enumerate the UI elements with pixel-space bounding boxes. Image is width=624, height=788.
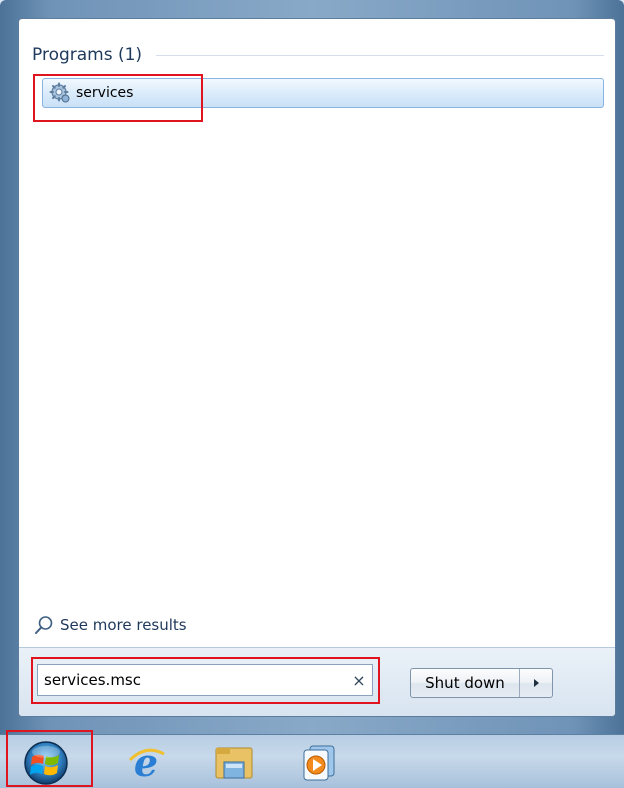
see-more-results-link[interactable]: See more results: [34, 612, 187, 638]
result-label: services: [76, 85, 134, 101]
section-divider: [156, 54, 604, 56]
svg-text:e: e: [134, 740, 158, 784]
search-input[interactable]: services.msc ×: [37, 664, 373, 696]
search-value: services.msc: [44, 671, 141, 689]
result-item-services[interactable]: services: [42, 78, 604, 108]
programs-title: Programs (1): [32, 45, 143, 65]
windows-explorer-icon[interactable]: [212, 740, 256, 784]
right-arrow-icon: [534, 679, 539, 687]
search-magnifier-icon: [35, 616, 53, 634]
windows-orb-icon[interactable]: [18, 739, 74, 787]
shut-down-options-button[interactable]: [520, 669, 552, 697]
shut-down-button[interactable]: Shut down: [411, 669, 520, 697]
programs-section-header: Programs (1): [32, 42, 614, 68]
shut-down-button-group: Shut down: [410, 668, 553, 698]
clear-x-icon[interactable]: ×: [346, 671, 372, 690]
internet-explorer-icon[interactable]: e: [124, 740, 168, 784]
services-gear-icon: [49, 82, 70, 103]
windows-media-player-icon[interactable]: [298, 740, 342, 784]
see-more-label: See more results: [60, 616, 187, 634]
